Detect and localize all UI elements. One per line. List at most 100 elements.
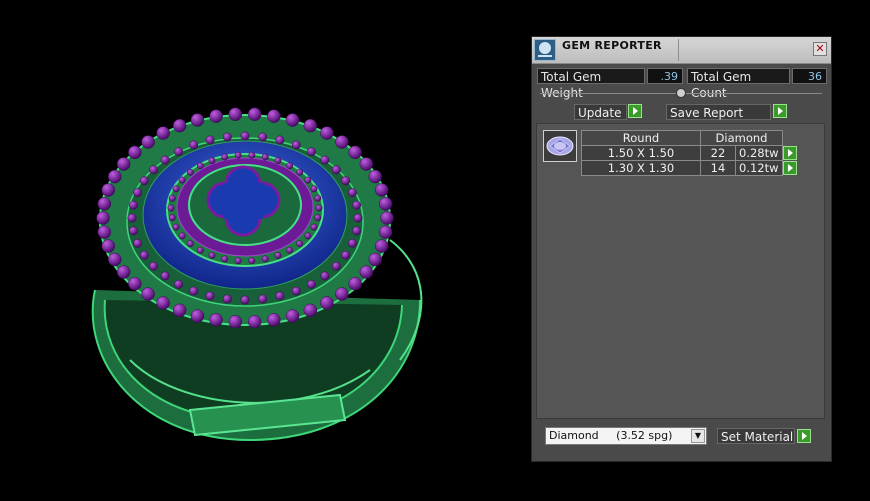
bead bbox=[222, 294, 232, 304]
bead bbox=[174, 279, 184, 289]
bead bbox=[247, 315, 262, 329]
bead bbox=[320, 126, 334, 140]
bead bbox=[303, 303, 318, 318]
bead bbox=[190, 113, 205, 127]
bead bbox=[116, 157, 131, 171]
material-select[interactable]: Diamond (3.52 spg) ▼ bbox=[545, 427, 707, 445]
bead bbox=[348, 238, 357, 248]
bead bbox=[304, 176, 312, 184]
bead bbox=[348, 188, 357, 198]
bead bbox=[160, 155, 170, 165]
save-report-button[interactable]: Save Report bbox=[666, 104, 771, 120]
bead bbox=[186, 168, 194, 176]
set-material-button[interactable]: Set Material bbox=[717, 428, 795, 444]
bead bbox=[128, 276, 142, 291]
row-select-icon[interactable] bbox=[783, 146, 797, 160]
bead bbox=[168, 194, 176, 202]
row-select-icon[interactable] bbox=[783, 161, 797, 175]
update-go-icon[interactable] bbox=[628, 104, 642, 118]
gem-table: Round Diamond 1.50 X 1.50 22 0.28tw 1.30… bbox=[581, 130, 798, 176]
table-row: 1.50 X 1.50 22 0.28tw bbox=[581, 145, 798, 161]
bead bbox=[172, 118, 187, 133]
bead bbox=[208, 157, 216, 165]
bead bbox=[139, 250, 149, 260]
bead bbox=[258, 132, 268, 142]
bead bbox=[261, 255, 269, 263]
bead bbox=[267, 109, 281, 123]
chevron-down-icon[interactable]: ▼ bbox=[691, 429, 705, 443]
bead bbox=[141, 135, 155, 149]
bead bbox=[359, 157, 374, 171]
bead bbox=[261, 153, 269, 161]
gem-size: 1.30 X 1.30 bbox=[581, 160, 701, 176]
gem-count: 22 bbox=[700, 145, 736, 161]
bead bbox=[374, 239, 389, 253]
3d-viewport[interactable] bbox=[0, 0, 530, 501]
bead bbox=[320, 296, 334, 310]
title-bar[interactable]: GEM REPORTER ✕ bbox=[532, 37, 831, 64]
bead bbox=[310, 223, 318, 231]
bead bbox=[275, 135, 285, 145]
bead bbox=[228, 107, 243, 121]
bead bbox=[352, 226, 362, 236]
bead bbox=[96, 211, 110, 225]
bead bbox=[306, 147, 316, 157]
bead bbox=[167, 204, 175, 212]
bead bbox=[101, 183, 116, 197]
bead bbox=[368, 252, 382, 267]
gem-count: 14 bbox=[700, 160, 736, 176]
bead bbox=[314, 214, 322, 222]
bead bbox=[97, 225, 112, 239]
material-select-value: Diamond (3.52 spg) bbox=[549, 429, 673, 442]
table-header-row: Round Diamond bbox=[581, 130, 798, 146]
splitter-handle[interactable] bbox=[676, 88, 686, 98]
bead bbox=[156, 296, 170, 310]
bead bbox=[353, 213, 363, 223]
bead bbox=[291, 140, 301, 150]
round-diamond-icon bbox=[543, 130, 577, 162]
bead bbox=[196, 162, 204, 170]
bead bbox=[274, 157, 282, 165]
bead bbox=[221, 255, 229, 263]
bead bbox=[240, 295, 250, 305]
bead bbox=[240, 131, 250, 141]
bead bbox=[97, 197, 112, 211]
bead bbox=[149, 165, 159, 175]
bead bbox=[274, 251, 282, 259]
bead bbox=[310, 185, 318, 193]
bead bbox=[335, 135, 349, 149]
bead bbox=[359, 265, 374, 279]
bead bbox=[139, 176, 149, 186]
total-gem-weight-value: .39 bbox=[647, 68, 683, 84]
bead bbox=[133, 238, 142, 248]
bead bbox=[101, 239, 116, 253]
bead bbox=[296, 240, 304, 248]
gem-reporter-panel: GEM REPORTER ✕ Total Gem Weight .39 Tota… bbox=[531, 36, 832, 462]
bead bbox=[108, 252, 122, 267]
table-row: 1.30 X 1.30 14 0.12tw bbox=[581, 160, 798, 176]
close-button[interactable]: ✕ bbox=[813, 42, 827, 56]
bead bbox=[168, 214, 176, 222]
bead bbox=[189, 140, 199, 150]
bead bbox=[315, 204, 323, 212]
bead bbox=[172, 185, 180, 193]
panel-title: GEM REPORTER bbox=[562, 39, 662, 52]
bead bbox=[149, 261, 159, 271]
bead bbox=[352, 200, 362, 210]
gem-reporter-icon bbox=[534, 39, 556, 61]
update-button[interactable]: Update bbox=[574, 104, 627, 120]
title-divider bbox=[678, 39, 679, 61]
bead bbox=[209, 109, 223, 123]
save-report-go-icon[interactable] bbox=[773, 104, 787, 118]
bead bbox=[378, 197, 393, 211]
bead bbox=[335, 287, 349, 301]
bead bbox=[205, 291, 215, 301]
bead bbox=[189, 286, 199, 296]
bead bbox=[341, 250, 351, 260]
gem-size: 1.50 X 1.50 bbox=[581, 145, 701, 161]
set-material-go-icon[interactable] bbox=[797, 429, 811, 443]
bead bbox=[196, 246, 204, 254]
header-material: Diamond bbox=[700, 130, 783, 146]
bead bbox=[116, 265, 131, 279]
bead bbox=[160, 271, 170, 281]
